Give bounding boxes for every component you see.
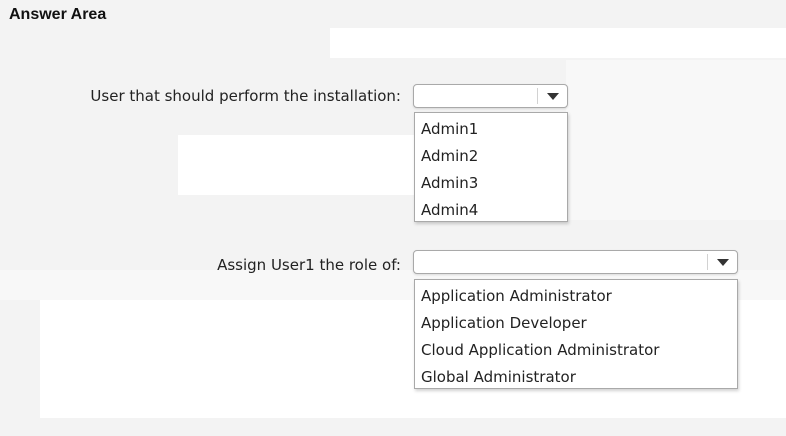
option-application-developer[interactable]: Application Developer <box>415 310 737 337</box>
background-panel <box>330 28 786 58</box>
option-admin1[interactable]: Admin1 <box>415 116 567 143</box>
installation-user-options-list: Admin1 Admin2 Admin3 Admin4 <box>414 112 568 222</box>
option-application-administrator[interactable]: Application Administrator <box>415 283 737 310</box>
answer-area-title: Answer Area <box>9 6 107 23</box>
option-admin2[interactable]: Admin2 <box>415 143 567 170</box>
role-assignment-label: Assign User1 the role of: <box>217 256 401 274</box>
dropdown-divider <box>537 88 538 104</box>
role-options-list: Application Administrator Application De… <box>414 279 738 389</box>
installation-user-label: User that should perform the installatio… <box>90 87 401 105</box>
option-global-administrator[interactable]: Global Administrator <box>415 364 737 391</box>
dropdown-divider <box>707 254 708 270</box>
option-admin3[interactable]: Admin3 <box>415 170 567 197</box>
background-panel <box>566 60 786 220</box>
option-cloud-application-administrator[interactable]: Cloud Application Administrator <box>415 337 737 364</box>
installation-user-dropdown[interactable] <box>413 84 568 108</box>
chevron-down-icon[interactable] <box>717 259 729 266</box>
background-panel <box>178 135 414 195</box>
role-dropdown[interactable] <box>413 250 738 274</box>
option-admin4[interactable]: Admin4 <box>415 197 567 224</box>
chevron-down-icon[interactable] <box>547 93 559 100</box>
